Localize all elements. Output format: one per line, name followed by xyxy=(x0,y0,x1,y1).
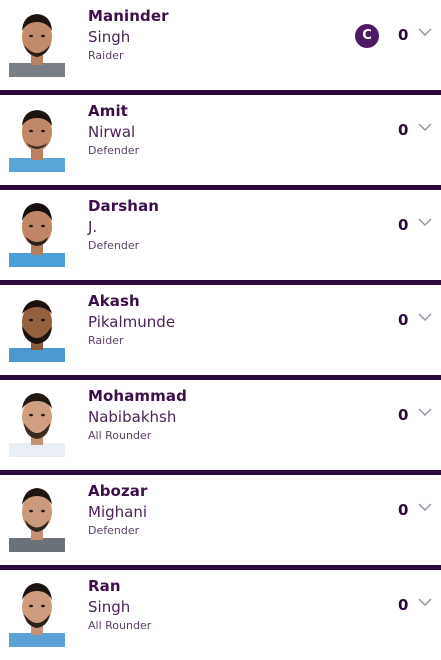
player-info: Ran Singh All Rounder xyxy=(88,576,328,633)
player-role: All Rounder xyxy=(88,619,152,632)
chevron-down-icon[interactable] xyxy=(418,407,432,417)
player-first-name: Akash xyxy=(88,292,140,310)
player-row[interactable]: Ran Singh All Rounder 0 xyxy=(0,570,441,660)
player-first-name: Darshan xyxy=(88,197,160,215)
player-last-name: Nirwal xyxy=(88,123,136,141)
player-photo xyxy=(9,385,65,457)
player-photo xyxy=(9,290,65,362)
player-photo xyxy=(9,5,65,77)
player-row[interactable]: Akash Pikalmunde Raider 0 xyxy=(0,285,441,375)
chevron-down-icon[interactable] xyxy=(418,122,432,132)
player-role: Raider xyxy=(88,334,124,347)
player-row[interactable]: Mohammad Nabibakhsh All Rounder 0 xyxy=(0,380,441,470)
player-row[interactable]: Abozar Mighani Defender 0 xyxy=(0,475,441,565)
captain-badge: C xyxy=(355,24,379,48)
player-last-name: Singh xyxy=(88,28,131,46)
player-last-name: Mighani xyxy=(88,503,148,521)
chevron-down-icon[interactable] xyxy=(418,217,432,227)
player-info: Darshan J. Defender xyxy=(88,196,328,253)
player-info: Akash Pikalmunde Raider xyxy=(88,291,328,348)
player-row[interactable]: Maninder Singh Raider C 0 xyxy=(0,0,441,90)
player-points: 0 xyxy=(398,216,409,234)
player-role: Raider xyxy=(88,49,124,62)
player-points: 0 xyxy=(398,311,409,329)
chevron-down-icon[interactable] xyxy=(418,312,432,322)
player-last-name: J. xyxy=(88,218,98,236)
player-points: 0 xyxy=(398,596,409,614)
player-photo xyxy=(9,100,65,172)
player-photo xyxy=(9,480,65,552)
player-last-name: Nabibakhsh xyxy=(88,408,177,426)
chevron-down-icon[interactable] xyxy=(418,27,432,37)
player-role: All Rounder xyxy=(88,429,152,442)
player-row[interactable]: Darshan J. Defender 0 xyxy=(0,190,441,280)
player-role: Defender xyxy=(88,144,140,157)
player-points: 0 xyxy=(398,501,409,519)
player-role: Defender xyxy=(88,524,140,537)
player-info: Mohammad Nabibakhsh All Rounder xyxy=(88,386,328,443)
player-first-name: Amit xyxy=(88,102,128,120)
chevron-down-icon[interactable] xyxy=(418,597,432,607)
player-info: Amit Nirwal Defender xyxy=(88,101,328,158)
player-info: Maninder Singh Raider xyxy=(88,6,328,63)
chevron-down-icon[interactable] xyxy=(418,502,432,512)
player-points: 0 xyxy=(398,121,409,139)
player-first-name: Maninder xyxy=(88,7,169,25)
player-first-name: Abozar xyxy=(88,482,148,500)
player-first-name: Ran xyxy=(88,577,121,595)
player-points: 0 xyxy=(398,26,409,44)
player-info: Abozar Mighani Defender xyxy=(88,481,328,538)
player-photo xyxy=(9,195,65,267)
player-first-name: Mohammad xyxy=(88,387,187,405)
player-points: 0 xyxy=(398,406,409,424)
player-role: Defender xyxy=(88,239,140,252)
player-last-name: Pikalmunde xyxy=(88,313,176,331)
player-list: Maninder Singh Raider C 0 Amit Nirwal De… xyxy=(0,0,441,660)
player-photo xyxy=(9,575,65,647)
player-row[interactable]: Amit Nirwal Defender 0 xyxy=(0,95,441,185)
